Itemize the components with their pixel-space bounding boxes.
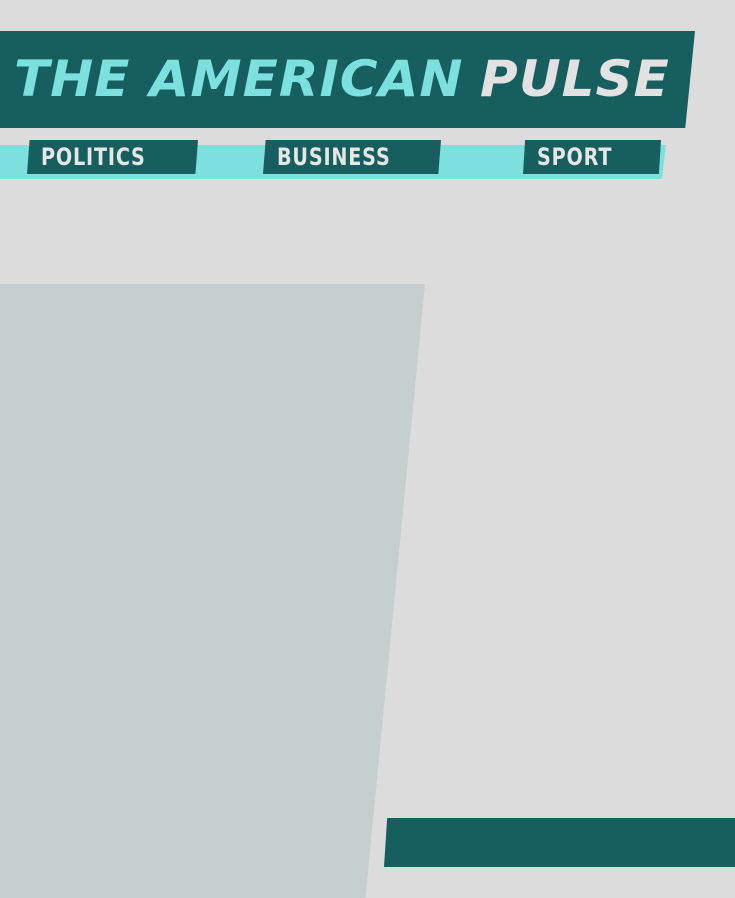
hero-image-placeholder <box>0 284 425 898</box>
nav-tab-label: SPORT <box>537 143 613 171</box>
site-title-part1: THE AMERICAN <box>14 50 464 108</box>
nav-tab-label: POLITICS <box>41 143 146 171</box>
site-title-part2: PULSE <box>480 50 670 108</box>
nav-tab-label: BUSINESS <box>277 143 391 171</box>
nav-tab-sport[interactable]: SPORT <box>523 140 661 174</box>
site-title: THE AMERICAN PULSE <box>14 48 670 110</box>
caption-bar <box>384 818 735 867</box>
nav-tab-business[interactable]: BUSINESS <box>263 140 441 174</box>
nav-tab-politics[interactable]: POLITICS <box>27 140 198 174</box>
